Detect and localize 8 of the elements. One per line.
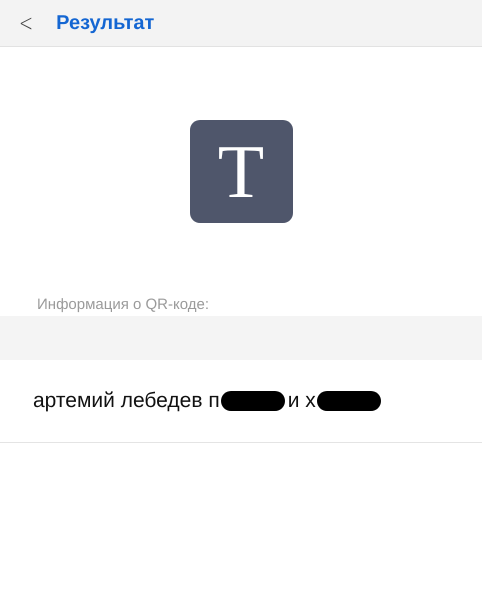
redaction-mark: [316, 391, 381, 411]
page-title: Результат: [56, 12, 154, 34]
result-text: артемий лебедев п: [33, 389, 220, 413]
redaction-mark: [220, 391, 285, 411]
info-label: Информация о QR-коде:: [36, 296, 210, 315]
text-type-icon: T: [190, 120, 292, 223]
back-button[interactable]: <: [19, 9, 34, 37]
result-text: и х: [288, 389, 316, 413]
